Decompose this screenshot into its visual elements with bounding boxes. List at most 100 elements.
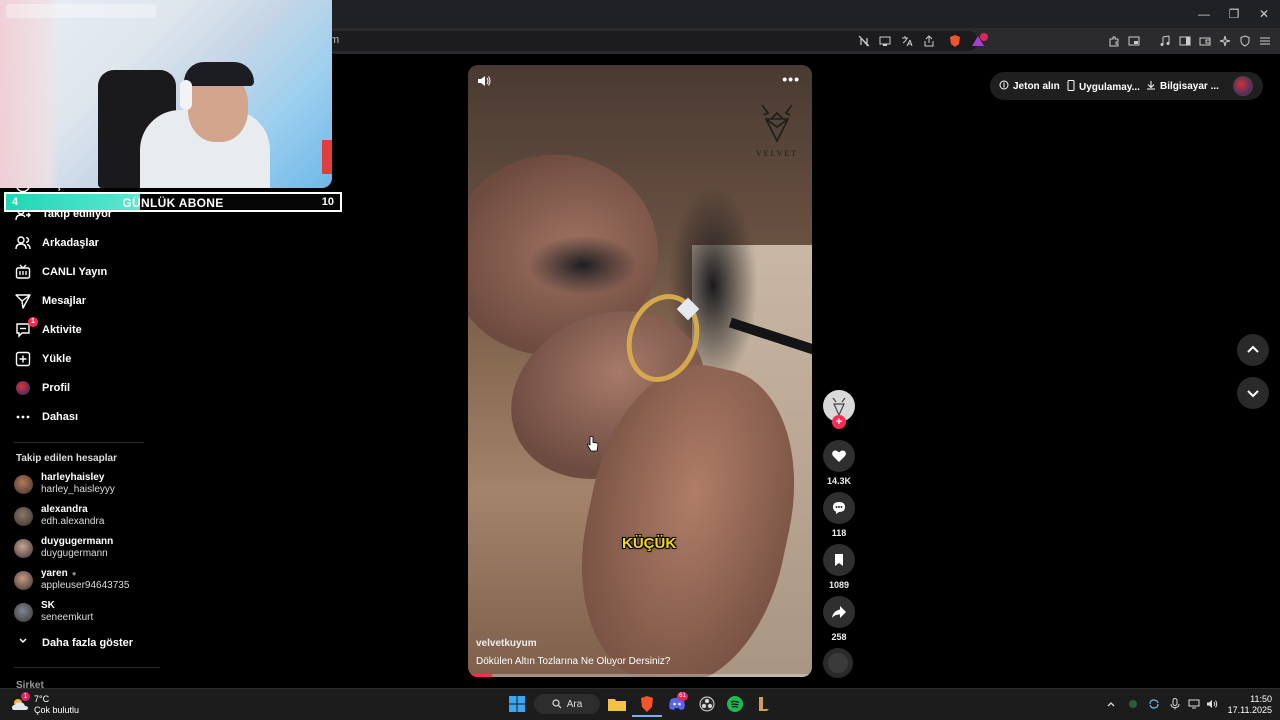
brave-shield-icon[interactable] <box>947 33 963 49</box>
media-icon[interactable] <box>1157 33 1173 49</box>
system-clock[interactable]: 11:50 17.11.2025 <box>1228 694 1272 716</box>
close-button[interactable]: ✕ <box>1248 0 1280 28</box>
video-more-button[interactable]: ••• <box>782 71 800 87</box>
sidebar-item-arkadaşlar[interactable]: Arkadaşlar <box>14 232 99 254</box>
show-more-link[interactable]: Daha fazla göster <box>16 636 133 649</box>
sidebar-item-label: Yükle <box>42 353 72 365</box>
sidebar-divider <box>14 442 144 443</box>
save-count: 1089 <box>828 580 850 590</box>
sidebar-item-label: Arkadaşlar <box>42 237 99 249</box>
like-button[interactable] <box>823 440 855 472</box>
sidebar-item-label: Dahası <box>42 411 79 423</box>
weather-widget[interactable]: 7°C Çok bulutlu <box>34 694 79 716</box>
spotify-icon[interactable] <box>725 694 745 714</box>
maximize-button[interactable]: ❐ <box>1218 0 1250 28</box>
clock-date: 17.11.2025 <box>1227 705 1272 715</box>
network-icon[interactable] <box>1188 698 1200 710</box>
follow-button[interactable]: + <box>832 415 846 429</box>
download-icon <box>1146 80 1156 93</box>
volume-icon[interactable] <box>1206 698 1218 710</box>
like-count: 14.3K <box>826 476 852 486</box>
active-app-indicator <box>632 715 662 717</box>
chevron-down-icon <box>1247 390 1259 398</box>
video-overlay-text: KÜÇÜK <box>622 535 677 552</box>
previous-video-button[interactable] <box>1237 334 1269 366</box>
account-name-text: SK <box>41 600 55 611</box>
extensions-icon[interactable] <box>1106 33 1122 49</box>
sidebar-item-aktivite[interactable]: 1 Aktivite <box>14 317 82 341</box>
save-button[interactable] <box>823 544 855 576</box>
following-account[interactable]: alexandra edh.alexandra <box>14 503 104 529</box>
brave-browser-icon[interactable] <box>637 694 657 714</box>
get-coins-button[interactable]: Jeton alın <box>999 80 1060 93</box>
sidebar-item-yükle[interactable]: Yükle <box>14 348 71 370</box>
activity-icon: 1 <box>14 317 38 339</box>
subscriber-goal-bar: 4 GÜNLÜK ABONE 10 <box>4 192 342 212</box>
account-name: duygugermann <box>41 536 113 548</box>
no-translate-icon[interactable] <box>856 33 872 49</box>
comment-button[interactable] <box>823 492 855 524</box>
share-count: 258 <box>831 632 847 642</box>
activity-badge: 1 <box>28 317 38 327</box>
account-username: seneemkurt <box>41 612 94 623</box>
desktop-app-button[interactable]: Bilgisayar ... <box>1146 80 1219 93</box>
share-button[interactable] <box>823 596 855 628</box>
account-name: yaren ● <box>41 568 129 580</box>
share-icon[interactable] <box>921 33 937 49</box>
account-name-text: duygugermann <box>41 536 114 547</box>
goal-label: GÜNLÜK ABONE <box>122 196 224 210</box>
translate-icon[interactable] <box>899 33 915 49</box>
account-username: harley_haisleyyy <box>41 484 115 495</box>
sync-icon[interactable] <box>1148 698 1160 710</box>
sidebar-item-label: Aktivite <box>42 324 82 336</box>
league-of-legends-icon[interactable] <box>754 694 774 714</box>
cast-icon[interactable] <box>877 33 893 49</box>
show-hidden-icons[interactable] <box>1105 698 1117 710</box>
sidebar-icon[interactable] <box>1177 33 1193 49</box>
minimize-button[interactable]: — <box>1188 0 1220 28</box>
profile-avatar-icon <box>14 379 32 397</box>
video-progress-track[interactable] <box>468 674 812 677</box>
webcam-background <box>0 0 60 188</box>
following-account[interactable]: harleyhaisley harley_haisleyyy <box>14 471 115 497</box>
sidebar-item-profil[interactable]: Profil <box>14 377 70 399</box>
microphone-icon[interactable] <box>1169 698 1181 710</box>
avatar <box>14 538 33 558</box>
sidebar-item-dahası[interactable]: Dahası <box>14 406 78 428</box>
menu-icon[interactable] <box>1257 33 1273 49</box>
clock-time: 11:50 <box>1250 694 1272 704</box>
get-coins-label: Jeton alın <box>1013 81 1060 92</box>
avatar <box>14 474 33 494</box>
taskbar-search[interactable]: Ara <box>534 694 600 714</box>
video-author[interactable]: velvetkuyum <box>476 638 537 649</box>
following-account[interactable]: duygugermann duygugermann <box>14 535 113 561</box>
file-explorer-icon[interactable] <box>607 694 627 714</box>
volume-icon[interactable] <box>476 73 492 89</box>
chevron-up-icon <box>1247 345 1259 353</box>
music-disc[interactable] <box>823 648 853 678</box>
following-account[interactable]: yaren ● appleuser94643735 <box>14 567 129 593</box>
send-icon <box>14 292 32 310</box>
windows-start-icon[interactable] <box>507 694 527 714</box>
obs-icon[interactable] <box>697 694 717 714</box>
vpn-shield-icon[interactable] <box>1237 33 1253 49</box>
get-app-button[interactable]: Uygulamay... <box>1067 80 1140 94</box>
video-dirt <box>528 235 638 295</box>
tray-app-icon[interactable] <box>1127 698 1139 710</box>
sidebar-item-canli-yayın[interactable]: CANLI Yayın <box>14 261 107 283</box>
wallet-icon[interactable] <box>1197 33 1213 49</box>
sidebar-divider-2 <box>14 667 160 668</box>
following-account[interactable]: SK seneemkurt <box>14 599 93 625</box>
phone-icon <box>1067 80 1075 94</box>
sidebar-item-mesajlar[interactable]: Mesajlar <box>14 290 86 312</box>
leo-ai-icon[interactable] <box>1217 33 1233 49</box>
streamer-cap <box>184 62 254 86</box>
next-video-button[interactable] <box>1237 377 1269 409</box>
account-name: SK <box>41 600 93 612</box>
video-player[interactable]: ••• VELVET KÜÇÜK velvetkuyum Dökülen Alt… <box>468 65 812 677</box>
logo-text: VELVET <box>755 149 799 158</box>
picture-in-picture-icon[interactable] <box>1126 33 1142 49</box>
account-name-text: yaren <box>41 568 68 579</box>
user-avatar[interactable] <box>1233 76 1253 96</box>
velvet-logo: VELVET <box>750 101 804 165</box>
